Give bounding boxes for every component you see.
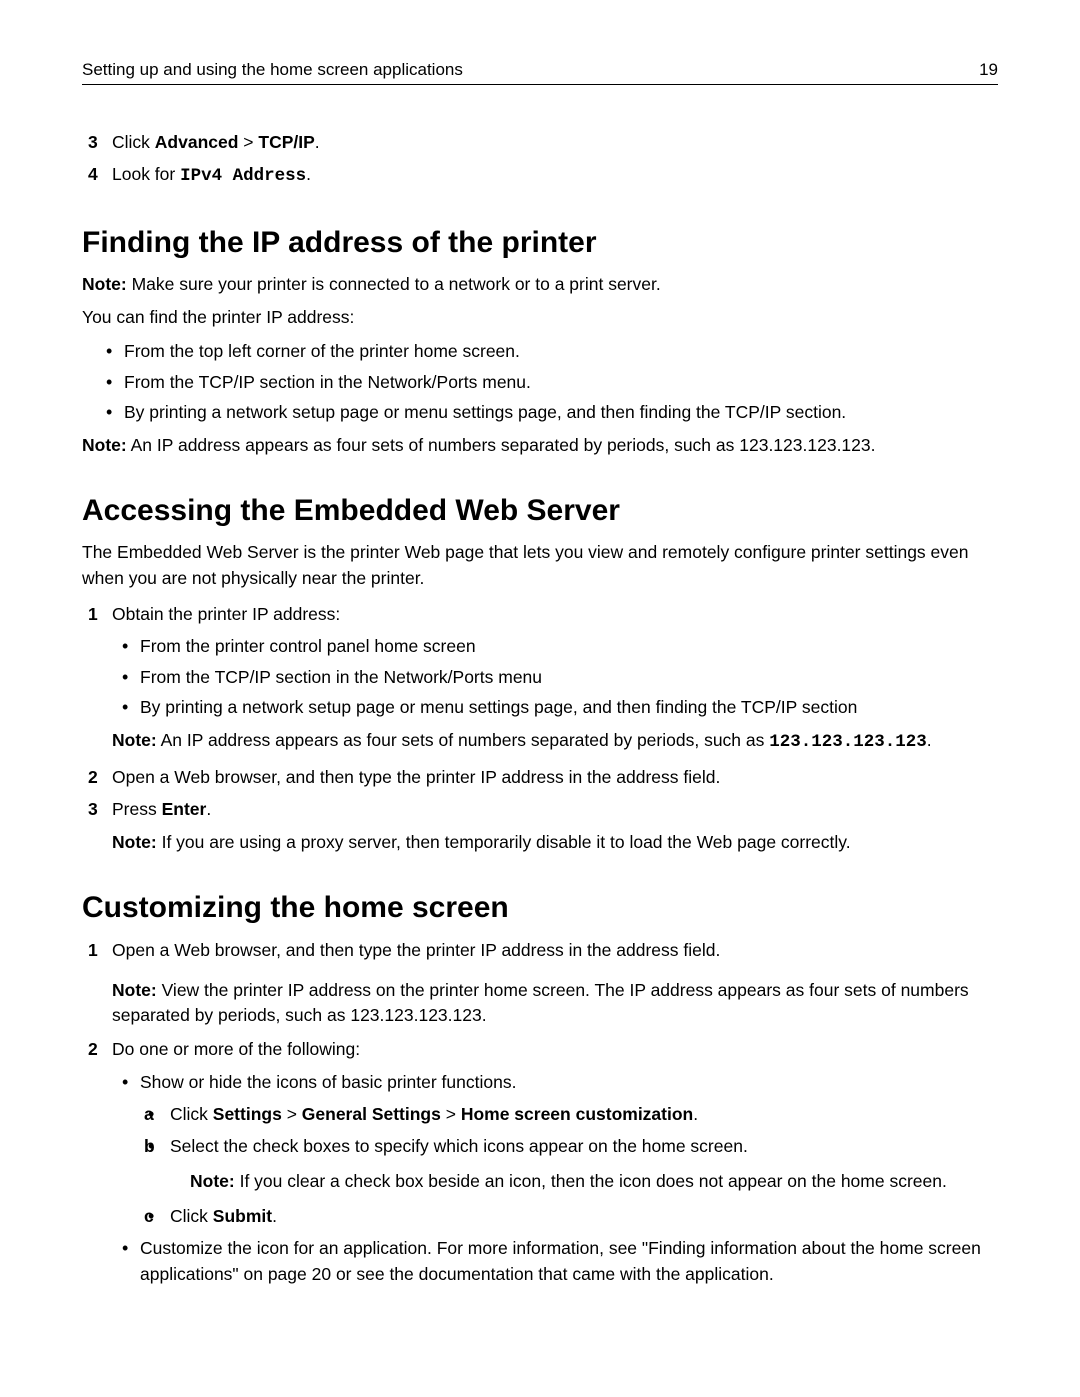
- bullet-list: From the top left corner of the printer …: [102, 338, 998, 425]
- step-2: 2 Open a Web browser, and then type the …: [82, 764, 998, 790]
- numbered-steps: 1 Obtain the printer IP address: From th…: [82, 601, 998, 855]
- list-item: From the TCP/IP section in the Network/P…: [118, 664, 998, 690]
- step-3: 3 Click Advanced > TCP/IP.: [82, 129, 998, 155]
- running-header: Setting up and using the home screen app…: [82, 60, 998, 85]
- document-page: Setting up and using the home screen app…: [0, 0, 1080, 1397]
- page-number: 19: [979, 60, 998, 80]
- bullet-list: Show or hide the icons of basic printer …: [118, 1069, 998, 1288]
- section-heading-customizing: Customizing the home screen: [82, 891, 998, 925]
- intro-steps: 3 Click Advanced > TCP/IP. 4 Look for IP…: [82, 129, 998, 190]
- note-paragraph: Note: If you are using a proxy server, t…: [112, 830, 998, 855]
- paragraph: The Embedded Web Server is the printer W…: [82, 540, 998, 591]
- letter-a: a Click Settings > General Settings > Ho…: [144, 1101, 998, 1127]
- list-item: Customize the icon for an application. F…: [118, 1235, 998, 1288]
- note-paragraph: Note: An IP address appears as four sets…: [112, 728, 998, 755]
- step-1: 1 Obtain the printer IP address: From th…: [82, 601, 998, 755]
- letter-c: c Click Submit.: [144, 1203, 998, 1229]
- step-1: 1 Open a Web browser, and then type the …: [82, 937, 998, 1028]
- letter-list: a Click Settings > General Settings > Ho…: [144, 1101, 998, 1229]
- note-paragraph: Note: View the printer IP address on the…: [112, 978, 998, 1029]
- note-paragraph: Note: If you clear a check box beside an…: [190, 1169, 998, 1194]
- paragraph: You can find the printer IP address:: [82, 305, 998, 330]
- step-2: 2 Do one or more of the following: Show …: [82, 1036, 998, 1287]
- note-paragraph: Note: An IP address appears as four sets…: [82, 433, 998, 458]
- section-heading-finding-ip: Finding the IP address of the printer: [82, 226, 998, 260]
- header-title: Setting up and using the home screen app…: [82, 60, 463, 80]
- list-item: From the printer control panel home scre…: [118, 633, 998, 659]
- step-3: 3 Press Enter. Note: If you are using a …: [82, 796, 998, 856]
- letter-b: b Select the check boxes to specify whic…: [144, 1133, 998, 1195]
- list-item: From the top left corner of the printer …: [102, 338, 998, 364]
- list-item: By printing a network setup page or menu…: [102, 399, 998, 425]
- list-item: Show or hide the icons of basic printer …: [118, 1069, 998, 1229]
- list-item: By printing a network setup page or menu…: [118, 694, 998, 720]
- numbered-steps: 1 Open a Web browser, and then type the …: [82, 937, 998, 1287]
- step-4: 4 Look for IPv4 Address.: [82, 161, 998, 189]
- list-item: From the TCP/IP section in the Network/P…: [102, 369, 998, 395]
- bullet-list: From the printer control panel home scre…: [118, 633, 998, 720]
- note-paragraph: Note: Make sure your printer is connecte…: [82, 272, 998, 297]
- section-heading-embedded-web: Accessing the Embedded Web Server: [82, 494, 998, 528]
